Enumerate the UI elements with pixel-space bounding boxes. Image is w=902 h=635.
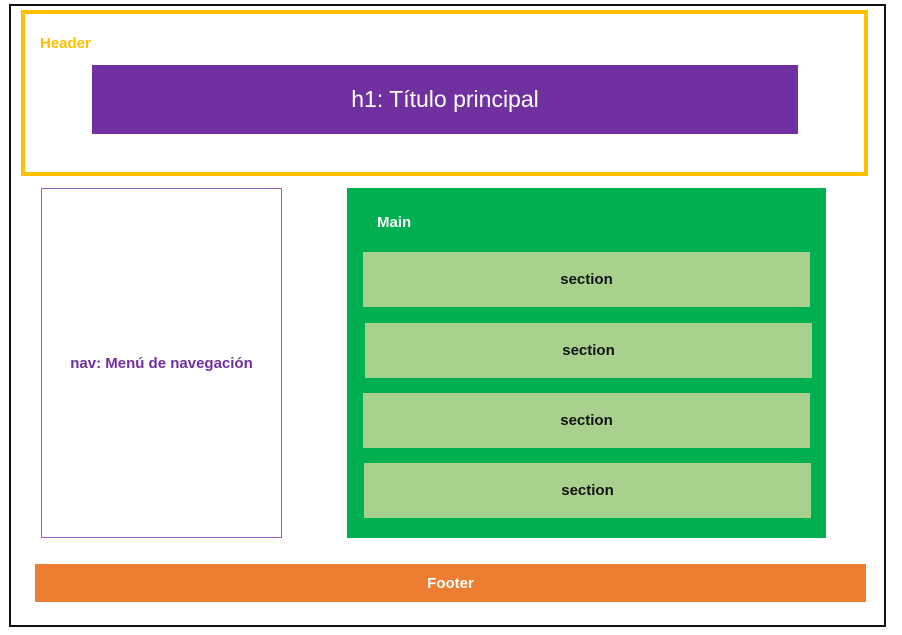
footer-region: Footer [35,564,866,602]
header-label: Header [40,35,91,52]
nav-label: nav: Menú de navegación [70,354,253,372]
nav-region: nav: Menú de navegación [41,188,282,538]
section-block-3: section [363,393,810,448]
section-block-1: section [363,252,810,307]
main-label: Main [377,214,412,231]
section-block-4: section [364,463,811,518]
h1-title-block: h1: Título principal [92,65,798,134]
section-block-2: section [365,323,812,378]
